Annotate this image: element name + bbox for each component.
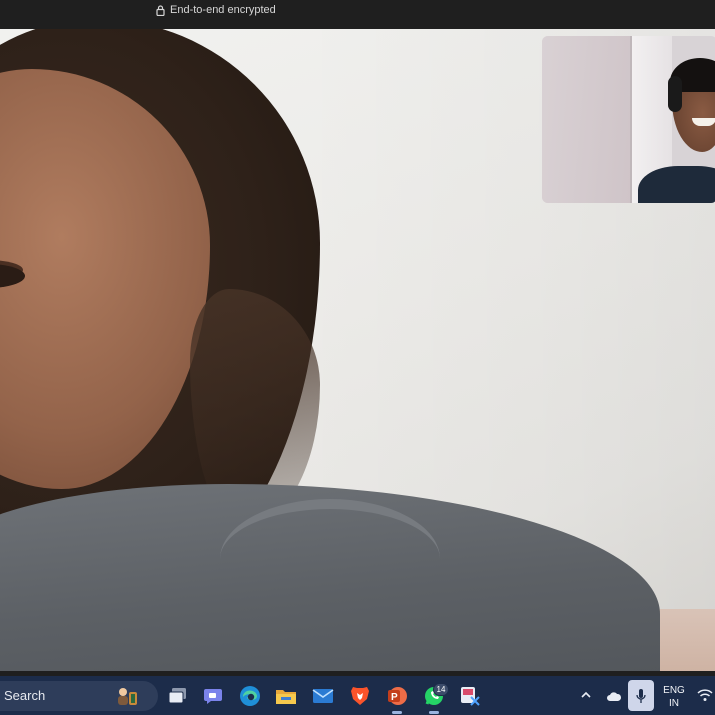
brave-icon[interactable] [347, 683, 373, 709]
region-code: IN [669, 698, 679, 709]
mail-icon[interactable] [310, 683, 336, 709]
snipping-tool-icon[interactable] [457, 683, 483, 709]
search-highlight-icon[interactable] [116, 686, 138, 706]
self-view-video[interactable] [542, 36, 715, 203]
encryption-notice: End-to-end encrypted [156, 4, 276, 16]
input-language-indicator[interactable]: ENG IN [662, 684, 686, 710]
self-view-shirt [638, 166, 715, 203]
self-view-background [542, 36, 632, 203]
lock-icon [156, 4, 165, 16]
remote-participant-shirt-collar [220, 499, 440, 619]
whatsapp-unread-badge: 14 [433, 683, 449, 696]
encryption-label: End-to-end encrypted [170, 4, 276, 16]
onedrive-cloud-icon[interactable] [606, 689, 622, 707]
show-hidden-icons-chevron-icon[interactable] [580, 687, 592, 705]
call-header-bar: End-to-end encrypted [0, 0, 715, 24]
wifi-icon[interactable] [697, 688, 713, 707]
search-label: Search [4, 688, 46, 703]
remote-participant-eye [0, 264, 25, 288]
powerpoint-icon[interactable]: P [384, 683, 410, 714]
self-view-smile [692, 118, 715, 126]
edge-icon[interactable] [237, 683, 263, 709]
headphones [668, 76, 682, 112]
language-code: ENG [663, 685, 685, 696]
file-explorer-icon[interactable] [273, 683, 299, 709]
task-view-icon[interactable] [165, 683, 191, 709]
taskbar-search-box[interactable]: Search [0, 681, 158, 711]
microphone-in-use-icon[interactable] [628, 680, 654, 711]
teams-chat-icon[interactable] [200, 683, 226, 709]
svg-text:P: P [391, 692, 398, 703]
